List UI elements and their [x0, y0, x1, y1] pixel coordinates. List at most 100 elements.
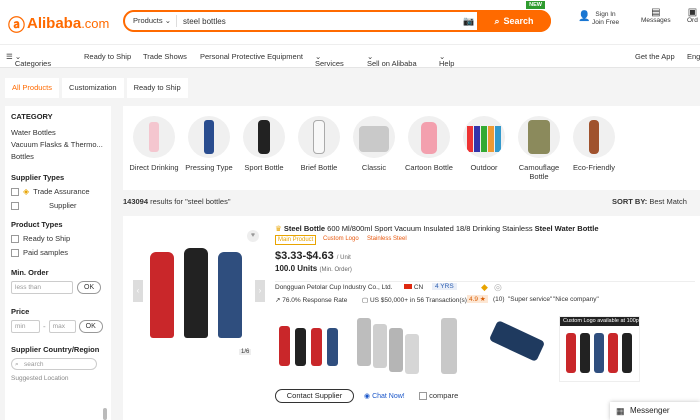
paid-samples-checkbox[interactable]: [11, 249, 19, 257]
filter-category-bottles[interactable]: Bottles: [11, 151, 105, 163]
search-category-label: Products: [133, 16, 163, 25]
thumbnail-3[interactable]: [429, 316, 479, 382]
category-label: Sport Bottle: [244, 163, 284, 172]
sign-in-link[interactable]: Sign In: [595, 11, 615, 18]
years-badge: 4 YRS: [432, 283, 457, 290]
categories-menu[interactable]: ☰ Categories ⌄: [6, 52, 51, 68]
filter-trade-assurance[interactable]: ◈ Trade Assurance: [11, 185, 105, 199]
ready-to-ship-checkbox[interactable]: [11, 235, 19, 243]
min-order-ok-button[interactable]: OK: [77, 281, 102, 294]
thumbnail-2[interactable]: [351, 316, 423, 382]
price-max-input[interactable]: max: [48, 320, 76, 333]
nav-services-label: Services: [315, 59, 344, 68]
thumbnail-5[interactable]: Custom Logo available at 100pcs: [559, 316, 640, 382]
filter-category-vacuum-flasks[interactable]: Vacuum Flasks & Thermo...: [11, 139, 105, 151]
search-button-label: Search: [503, 16, 534, 26]
messenger-button[interactable]: ▦ Messenger: [610, 402, 700, 420]
filter-verified-supplier[interactable]: Supplier: [11, 199, 105, 213]
compare-checkbox[interactable]: compare: [419, 391, 459, 401]
verified-supplier-checkbox[interactable]: [11, 202, 19, 210]
category-strip: Direct Drinking Pressing Type Sport Bott…: [123, 106, 700, 190]
filter-category-water-bottles[interactable]: Water Bottles: [11, 127, 105, 139]
category-label: Brief Bottle: [300, 163, 338, 172]
orders-label: Ord: [687, 17, 698, 24]
filter-paid-samples[interactable]: Paid samples: [11, 246, 105, 260]
thumbnail-1[interactable]: [275, 316, 345, 382]
chat-now-link[interactable]: ◉ Chat Now!: [364, 392, 405, 400]
sort-by[interactable]: SORT BY: Best Match: [612, 197, 687, 206]
price-min-input[interactable]: min: [11, 320, 40, 333]
trade-assurance-icon: ◈: [23, 187, 30, 196]
next-image-icon[interactable]: ›: [255, 280, 265, 302]
search-icon: ⌕: [15, 361, 19, 368]
category-label: Classic: [361, 163, 387, 172]
category-camouflage-bottle[interactable]: Camouflage Bottle: [509, 116, 569, 181]
get-app-link[interactable]: Get the App: [635, 52, 675, 61]
search-bar: Products ⌄ 📷 ⌕ Search NEW: [123, 1, 551, 32]
join-free-link[interactable]: Join Free: [592, 19, 619, 26]
search-category-select[interactable]: Products ⌄: [125, 15, 177, 27]
account-menu[interactable]: 👤 Sign In Join Free: [578, 11, 619, 27]
transactions: ▢ US $50,000+ in 56 Transaction(s): [362, 297, 467, 304]
results-count: 143094 results for "steel bottles": [123, 197, 230, 206]
search-button[interactable]: ⌕ Search NEW: [477, 1, 551, 32]
stainless-steel-tag: Stainless Steel: [367, 236, 407, 242]
review-tag-2: "Nice company": [553, 296, 599, 303]
category-outdoor[interactable]: Outdoor: [454, 116, 514, 173]
contact-supplier-button[interactable]: Contact Supplier: [275, 389, 354, 403]
category-image: [353, 116, 395, 158]
category-brief-bottle[interactable]: Brief Bottle: [289, 116, 349, 173]
compare-box[interactable]: [419, 392, 427, 401]
custom-logo-banner: Custom Logo available at 100pcs: [560, 317, 639, 326]
messages-label: Messages: [641, 17, 671, 24]
category-image: [243, 116, 285, 158]
alibaba-logo[interactable]: ⓐ Alibaba .com: [8, 11, 109, 36]
price-dash: -: [43, 322, 46, 331]
title-keyword-2: Steel Water Bottle: [534, 224, 599, 233]
sidebar-scrollbar[interactable]: [103, 408, 107, 420]
country-search-input[interactable]: ⌕ search: [11, 358, 97, 370]
trade-assurance-checkbox[interactable]: [11, 188, 19, 196]
nav-help[interactable]: Help ⌄: [439, 52, 454, 68]
category-eco-friendly[interactable]: Eco-Friendly: [564, 116, 624, 173]
reviews-count[interactable]: (10): [493, 296, 505, 303]
compare-label: compare: [429, 391, 459, 400]
prev-image-icon[interactable]: ‹: [133, 280, 143, 302]
chat-icon: ◉: [364, 393, 371, 400]
language-selector[interactable]: Eng: [687, 52, 700, 61]
thumbnail-4[interactable]: [485, 316, 549, 382]
category-direct-drinking[interactable]: Direct Drinking: [124, 116, 184, 173]
results-text: results for "steel bottles": [150, 197, 231, 206]
nav-sell-label: Sell on Alibaba: [367, 59, 417, 68]
camera-icon[interactable]: 📷: [463, 16, 474, 27]
tab-all-products[interactable]: All Products: [5, 78, 60, 98]
nav-services[interactable]: Services ⌄: [315, 52, 344, 68]
category-cartoon-bottle[interactable]: Cartoon Bottle: [399, 116, 459, 173]
filter-ready-to-ship[interactable]: Ready to Ship: [11, 232, 105, 246]
favorite-heart-icon[interactable]: ♥: [247, 230, 259, 242]
nav-ready-to-ship[interactable]: Ready to Ship: [84, 52, 131, 61]
category-classic[interactable]: Classic: [344, 116, 404, 173]
tab-ready-to-ship[interactable]: Ready to Ship: [126, 78, 188, 98]
category-sport-bottle[interactable]: Sport Bottle: [234, 116, 294, 173]
messages-link[interactable]: ▤ Messages: [641, 8, 671, 25]
nav-trade-shows[interactable]: Trade Shows: [143, 52, 187, 61]
category-pressing-type[interactable]: Pressing Type: [179, 116, 239, 173]
supplier-name-link[interactable]: Dongguan Petolar Cup Industry Co., Ltd.: [275, 284, 392, 291]
product-main-image[interactable]: ‹ › 1/6: [133, 228, 265, 360]
category-label: Outdoor: [470, 163, 498, 172]
product-title[interactable]: ♛ Steel Bottle 600 Ml/800ml Sport Vacuum…: [275, 224, 615, 234]
product-card: ‹ › 1/6 ♥ ♛ Steel Bottle 600 Ml/800ml Sp…: [123, 216, 700, 420]
country-search-placeholder: search: [24, 361, 44, 368]
logo-suffix: .com: [81, 16, 110, 31]
transactions-text: US $50,000+ in 56 Transaction(s): [369, 297, 467, 304]
user-icon: 👤: [578, 11, 591, 22]
nav-help-label: Help: [439, 59, 455, 68]
price-ok-button[interactable]: OK: [78, 320, 103, 333]
min-order-input[interactable]: less than: [11, 281, 73, 294]
nav-sell[interactable]: Sell on Alibaba ⌄: [367, 52, 417, 68]
nav-ppe[interactable]: Personal Protective Equipment: [200, 52, 303, 61]
orders-link[interactable]: ▣ Ord: [687, 8, 698, 25]
search-input[interactable]: [177, 16, 452, 26]
tab-customization[interactable]: Customization: [62, 78, 124, 98]
